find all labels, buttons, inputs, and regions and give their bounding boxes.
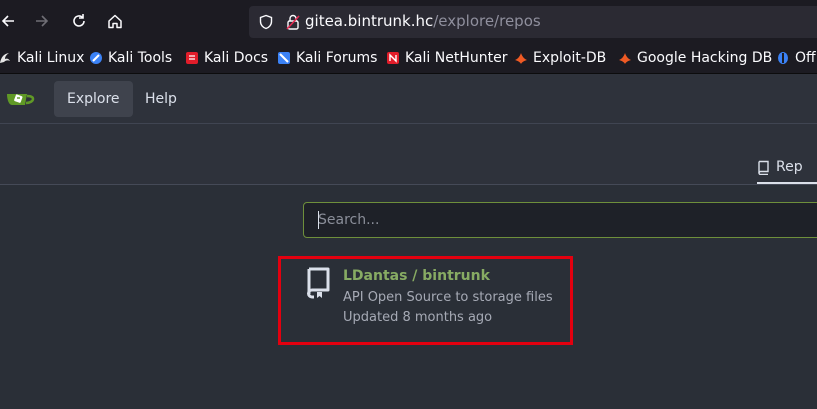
forward-button[interactable]	[30, 9, 54, 33]
bookmark-label: Google Hacking DB	[637, 50, 773, 66]
bookmark-kali-docs[interactable]: Kali Docs	[185, 49, 268, 67]
url-bar[interactable]: gitea.bintrunk.hc/explore/repos	[249, 6, 817, 38]
url-text[interactable]: gitea.bintrunk.hc/explore/repos	[305, 12, 541, 30]
bookmark-kali-tools[interactable]: Kali Tools	[89, 49, 172, 67]
ghdb-icon	[619, 53, 631, 64]
back-button[interactable]	[0, 9, 20, 33]
bookmark-google-hacking-db[interactable]: Google Hacking DB	[618, 49, 772, 67]
url-path: /explore/repos	[433, 12, 541, 30]
kali-nethunter-icon	[387, 52, 399, 64]
nav-help-label: Help	[145, 91, 177, 107]
nav-explore-label: Explore	[67, 91, 120, 107]
bookmark-kali-linux[interactable]: Kali Linux	[0, 49, 84, 67]
reload-icon	[73, 14, 85, 27]
bookmark-offsec[interactable]: Off	[776, 49, 816, 67]
repo-icon	[307, 267, 330, 299]
bookmark-label: Exploit-DB	[533, 50, 607, 66]
tab-repositories[interactable]: Rep	[757, 152, 817, 184]
forward-arrow-icon	[36, 15, 49, 27]
bookmark-kali-nethunter[interactable]: Kali NetHunter	[386, 49, 507, 67]
text-cursor	[318, 211, 319, 229]
nav-explore[interactable]: Explore	[54, 81, 133, 117]
search-input[interactable]	[303, 202, 817, 238]
offsec-icon	[778, 52, 788, 64]
bookmark-label: Off	[795, 50, 816, 66]
repo-tab-icon	[758, 160, 769, 175]
bookmark-label: Kali Tools	[108, 50, 173, 66]
repo-updated-time: Updated 8 months ago	[343, 310, 493, 325]
kali-dragon-icon	[0, 53, 10, 63]
insecure-lock-icon[interactable]	[285, 13, 301, 31]
reload-button[interactable]	[67, 9, 91, 33]
kali-docs-icon	[186, 52, 198, 64]
back-arrow-icon	[1, 15, 14, 27]
url-host: gitea.bintrunk.hc	[305, 12, 434, 30]
gitea-navbar: Explore Help	[0, 74, 817, 124]
bookmark-label: Kali Forums	[296, 50, 378, 66]
bookmark-label: Kali Linux	[17, 50, 85, 66]
bookmark-exploit-db[interactable]: Exploit-DB	[514, 49, 606, 67]
nav-help[interactable]: Help	[132, 81, 190, 117]
kali-forums-icon	[278, 52, 290, 64]
bookmarks-bar: Kali Linux Kali Tools Kali Docs Kali For…	[0, 42, 817, 74]
shield-icon[interactable]	[258, 14, 274, 30]
home-button[interactable]	[103, 9, 127, 33]
bookmark-label: Kali NetHunter	[405, 50, 508, 66]
tab-repositories-label: Rep	[776, 159, 803, 175]
repo-description: API Open Source to storage files	[343, 290, 553, 305]
home-icon	[108, 14, 122, 29]
repo-title-link[interactable]: LDantas / bintrunk	[343, 268, 490, 284]
gitea-logo-icon[interactable]	[6, 90, 38, 108]
kali-tools-icon	[90, 52, 102, 64]
list-item: LDantas / bintrunk API Open Source to st…	[278, 256, 573, 345]
browser-toolbar: gitea.bintrunk.hc/explore/repos	[0, 0, 817, 42]
explore-header: Rep	[0, 124, 817, 185]
exploit-db-icon	[515, 53, 527, 64]
bookmark-kali-forums[interactable]: Kali Forums	[277, 49, 377, 67]
bookmark-label: Kali Docs	[204, 50, 269, 66]
